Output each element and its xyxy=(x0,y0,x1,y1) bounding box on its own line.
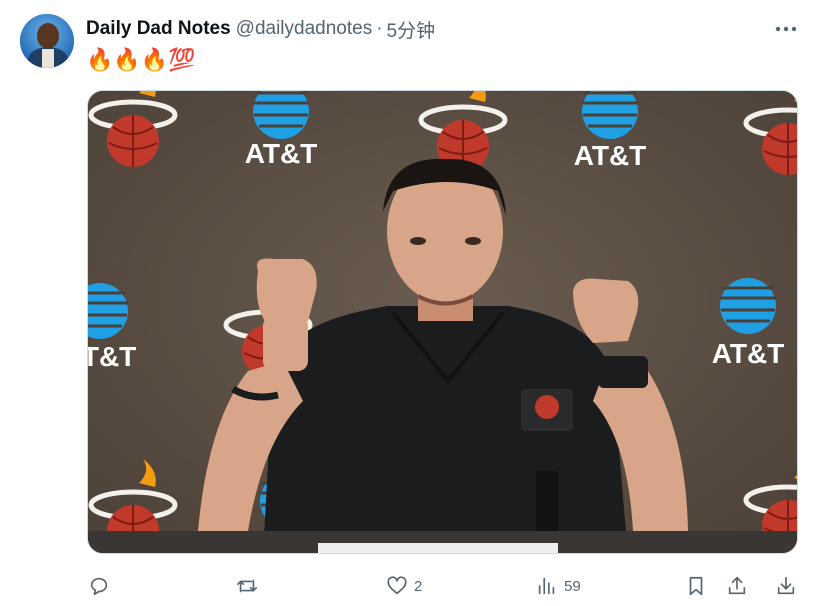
download-icon xyxy=(777,576,795,595)
bookmark-icon xyxy=(689,576,703,596)
heart-icon xyxy=(387,576,407,595)
download-button[interactable] xyxy=(775,572,797,600)
sponsor-text-3: AT&T xyxy=(88,341,136,372)
avatar[interactable] xyxy=(20,14,74,68)
tweet-media-image[interactable]: AT&T AT&T AT&T AT&T xyxy=(87,90,798,554)
views-button[interactable]: 59 xyxy=(536,572,581,600)
separator-dot: · xyxy=(376,18,383,39)
more-icon xyxy=(775,26,797,32)
views-count: 59 xyxy=(564,577,581,595)
retweet-button[interactable] xyxy=(236,572,264,600)
share-button[interactable] xyxy=(726,572,748,600)
tweet-text: 🔥🔥🔥💯 xyxy=(86,47,196,72)
bookmark-button[interactable] xyxy=(685,572,707,600)
press-conference-photo: AT&T AT&T AT&T AT&T xyxy=(88,91,797,553)
sponsor-text-4: AT&T xyxy=(712,338,785,369)
tweet-header: Daily Dad Notes @dailydadnotes · 5分钟 xyxy=(86,16,436,43)
reply-button[interactable] xyxy=(88,572,116,600)
more-options-button[interactable] xyxy=(768,14,804,44)
author-handle[interactable]: @dailydadnotes xyxy=(236,18,373,40)
sponsor-text-1: AT&T xyxy=(245,138,318,169)
like-count: 2 xyxy=(414,577,423,595)
tweet-actions-bar: 2 59 xyxy=(0,566,819,606)
author-display-name[interactable]: Daily Dad Notes xyxy=(86,18,231,40)
retweet-icon xyxy=(237,579,257,593)
like-button[interactable]: 2 xyxy=(386,572,422,600)
tweet[interactable]: Daily Dad Notes @dailydadnotes · 5分钟 🔥🔥🔥… xyxy=(0,0,819,606)
sponsor-text-2: AT&T xyxy=(574,140,647,171)
reply-icon xyxy=(90,577,108,596)
timestamp[interactable]: 5分钟 xyxy=(387,16,436,43)
share-icon xyxy=(728,576,746,595)
views-icon xyxy=(538,577,555,595)
